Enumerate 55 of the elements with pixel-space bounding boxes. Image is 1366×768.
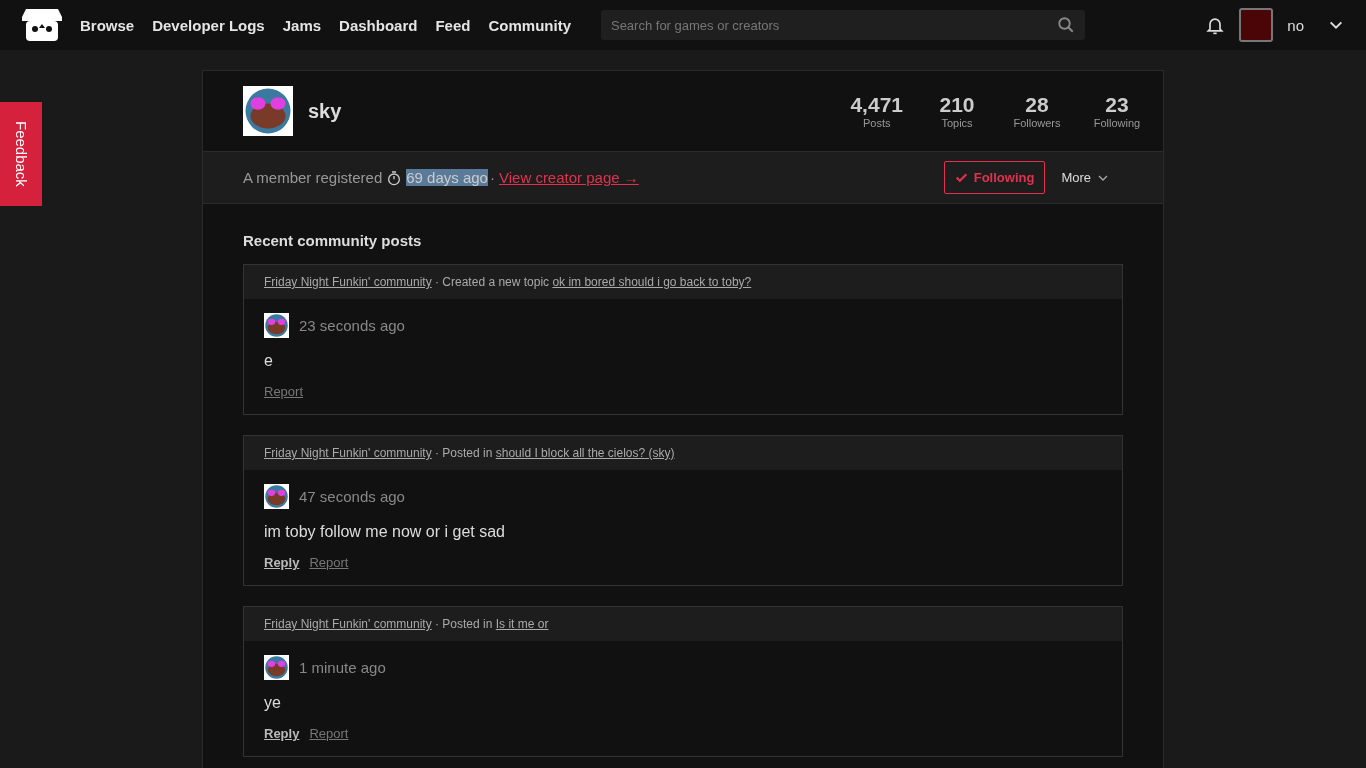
stat-label: Followers [1013,117,1061,129]
stat-label: Posts [862,117,891,129]
community-link[interactable]: Friday Night Funkin' community [264,275,432,289]
post-body: e [264,352,274,370]
creator-page-link[interactable]: View creator page → [498,169,639,186]
report-link[interactable]: Report [264,384,304,399]
community-link[interactable]: Friday Night Funkin' community [264,446,432,460]
reply-link[interactable]: Reply [264,555,300,570]
post-time: 1 minute ago [299,659,386,676]
registered-text: A member registered [243,169,383,186]
stat-label: Following [1093,117,1141,129]
more-button[interactable]: More [1055,169,1115,186]
post-body: ye [264,694,282,712]
topic-link[interactable]: Is it me or [495,617,549,631]
stat-value: 4,471 [850,93,903,117]
report-link[interactable]: Report [309,555,349,570]
user-avatar[interactable] [1239,8,1274,42]
post-avatar [264,655,289,680]
stat-value: 23 [1105,93,1129,117]
topic-link[interactable]: should I block all the cielos? (sky) [495,446,675,460]
post-action: · Posted in [435,617,493,631]
post-action: · Created a new topic [435,275,550,289]
search-field[interactable]: Search for games or creators [600,10,1085,40]
post-avatar [264,313,289,338]
stat-value: 28 [1025,93,1049,117]
nav-link[interactable]: Dashboard [339,16,418,34]
stat-label: Topics [941,117,973,129]
community-link[interactable]: Friday Night Funkin' community [264,617,432,631]
nav-link[interactable]: Developer Logs [152,16,265,34]
section-title: Recent community posts [243,232,423,249]
profile-name: sky [308,99,342,123]
post-action: · Posted in [435,446,493,460]
profile-avatar [243,86,293,136]
nav-link[interactable]: Community [488,16,571,34]
separator-dot: · [489,169,495,186]
nav-link[interactable]: Jams [282,16,322,34]
nav-link[interactable]: Feed [435,16,471,34]
user-name[interactable]: no [1287,16,1304,34]
post-time: 47 seconds ago [299,488,405,505]
report-link[interactable]: Report [309,726,349,741]
registered-ago: 69 days ago [406,169,488,186]
topic-link[interactable]: ok im bored should i go back to toby? [552,275,752,289]
following-button[interactable]: Following [943,161,1046,194]
bell-icon[interactable] [1205,15,1226,35]
search-icon[interactable] [1056,16,1075,34]
logo-icon[interactable] [22,7,62,43]
reply-link[interactable]: Reply [264,726,300,741]
nav-link[interactable]: Browse [80,16,135,34]
stopwatch-icon [386,169,403,186]
stat-value: 210 [939,93,975,117]
post-time: 23 seconds ago [299,317,405,334]
post-avatar [264,484,289,509]
feedback-tab[interactable]: Feedback [0,102,42,206]
post-body: im toby follow me now or i get sad [264,523,506,541]
check-icon [954,171,968,184]
